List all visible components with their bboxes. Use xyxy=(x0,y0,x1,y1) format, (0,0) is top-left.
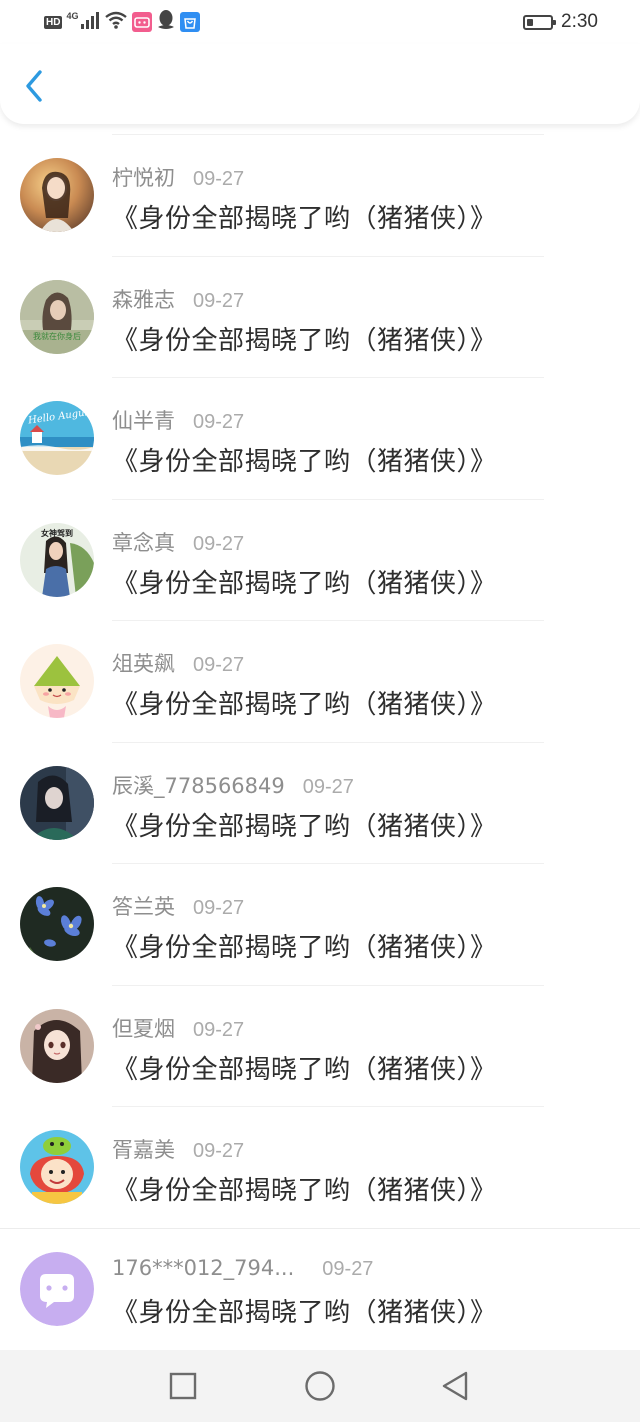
username[interactable]: 俎英飙 xyxy=(112,648,175,678)
battery-level xyxy=(527,18,534,26)
message-text: 《身份全部揭晓了哟（猪猪侠）》 xyxy=(112,933,497,963)
divider xyxy=(112,1106,544,1107)
date: 09-27 xyxy=(193,168,245,190)
system-navigation-bar xyxy=(0,1350,640,1422)
username[interactable]: 辰溪_778566849 xyxy=(112,770,285,800)
avatar-caption: 女神驾到 xyxy=(41,528,73,538)
message-meta: 森雅志 09-27 xyxy=(112,284,244,314)
username[interactable]: 仙半青 xyxy=(112,405,175,435)
title-bar xyxy=(0,44,640,124)
list-item[interactable]: Hello August 仙半青 09-27 《身份全部揭晓了哟（猪猪侠）》 xyxy=(0,377,640,499)
message-meta: 但夏烟 09-27 xyxy=(112,1013,244,1043)
username[interactable]: 胥嘉美 xyxy=(112,1134,175,1164)
avatar[interactable] xyxy=(20,158,94,232)
username[interactable]: 柠悦初 xyxy=(112,162,175,192)
list-item[interactable]: 俎英飙 09-27 《身份全部揭晓了哟（猪猪侠）》 xyxy=(0,620,640,742)
message-list: 柠悦初 09-27 《身份全部揭晓了哟（猪猪侠）》 我就在你身后 森雅志 09-… xyxy=(0,134,640,1349)
home-button[interactable] xyxy=(304,1370,336,1402)
avatar[interactable] xyxy=(20,1130,94,1204)
chat-bubble-icon xyxy=(20,1251,94,1326)
date: 09-27 xyxy=(193,897,245,919)
date: 09-27 xyxy=(193,654,245,676)
avatar[interactable]: 女神驾到 xyxy=(20,522,94,597)
divider xyxy=(112,498,544,500)
back-button[interactable] xyxy=(16,66,52,106)
message-text: 《身份全部揭晓了哟（猪猪侠）》 xyxy=(112,447,497,477)
battery-icon xyxy=(523,14,557,30)
avatar[interactable]: 我就在你身后 xyxy=(20,279,94,354)
divider xyxy=(112,255,544,257)
date: 09-27 xyxy=(193,411,245,433)
username[interactable]: 176***012_794... xyxy=(112,1256,294,1280)
date: 09-27 xyxy=(193,1018,245,1041)
divider xyxy=(112,863,544,864)
username[interactable]: 答兰英 xyxy=(112,891,175,921)
status-icons-right: 2:30 xyxy=(523,10,598,34)
message-text: 《身份全部揭晓了哟（猪猪侠）》 xyxy=(112,204,497,234)
back-nav-button[interactable] xyxy=(439,1370,471,1402)
divider xyxy=(0,1227,640,1229)
divider xyxy=(112,377,544,378)
message-meta: 答兰英 09-27 xyxy=(112,891,244,921)
message-meta: 章念真 09-27 xyxy=(112,527,244,557)
divider xyxy=(112,620,544,621)
message-text: 《身份全部揭晓了哟（猪猪侠）》 xyxy=(112,1297,497,1328)
recent-apps-icon xyxy=(169,1372,197,1400)
signal-icon xyxy=(80,11,100,33)
divider xyxy=(112,984,544,986)
hd-badge: HD xyxy=(44,15,63,29)
list-item[interactable]: 但夏烟 09-27 《身份全部揭晓了哟（猪猪侠）》 xyxy=(0,984,640,1107)
list-item[interactable]: 辰溪_778566849 09-27 《身份全部揭晓了哟（猪猪侠）》 xyxy=(0,741,640,864)
message-meta: 柠悦初 09-27 xyxy=(112,162,244,192)
avatar-caption: 我就在你身后 xyxy=(33,331,81,341)
message-text: 《身份全部揭晓了哟（猪猪侠）》 xyxy=(112,325,497,356)
list-item[interactable]: 胥嘉美 09-27 《身份全部揭晓了哟（猪猪侠）》 xyxy=(0,1106,640,1228)
list-item[interactable]: 柠悦初 09-27 《身份全部揭晓了哟（猪猪侠）》 xyxy=(0,134,640,256)
message-meta: 176***012_794... 09-27 xyxy=(112,1256,373,1281)
divider xyxy=(112,741,544,743)
date: 09-27 xyxy=(193,289,245,312)
avatar[interactable] xyxy=(20,644,94,718)
message-meta: 仙半青 09-27 xyxy=(112,405,244,435)
message-meta: 俎英飙 09-27 xyxy=(112,648,244,678)
list-item[interactable]: 176***012_794... 09-27 《身份全部揭晓了哟（猪猪侠）》 xyxy=(0,1227,640,1350)
wifi-icon xyxy=(104,11,128,33)
date: 09-27 xyxy=(193,532,245,555)
message-meta: 胥嘉美 09-27 xyxy=(112,1134,244,1164)
username[interactable]: 但夏烟 xyxy=(112,1013,175,1043)
chevron-left-icon xyxy=(26,70,42,102)
date: 09-27 xyxy=(302,775,354,798)
network-type-label: 4G xyxy=(66,11,79,21)
message-text: 《身份全部揭晓了哟（猪猪侠）》 xyxy=(112,690,497,720)
avatar[interactable]: Hello August xyxy=(20,401,94,475)
date: 09-27 xyxy=(322,1257,374,1280)
clock: 2:30 xyxy=(561,11,598,32)
list-item[interactable]: 女神驾到 章念真 09-27 《身份全部揭晓了哟（猪猪侠）》 xyxy=(0,498,640,621)
message-text: 《身份全部揭晓了哟（猪猪侠）》 xyxy=(112,1176,497,1206)
date: 09-27 xyxy=(193,1140,245,1162)
recent-apps-button[interactable] xyxy=(167,1370,199,1402)
divider xyxy=(112,134,544,135)
back-triangle-icon xyxy=(442,1371,468,1401)
message-text: 《身份全部揭晓了哟（猪猪侠）》 xyxy=(112,1054,497,1085)
bilibili-app-icon xyxy=(132,12,153,32)
list-item[interactable]: 我就在你身后 森雅志 09-27 《身份全部揭晓了哟（猪猪侠）》 xyxy=(0,255,640,378)
avatar[interactable] xyxy=(20,1251,94,1326)
avatar[interactable] xyxy=(20,765,94,840)
message-text: 《身份全部揭晓了哟（猪猪侠）》 xyxy=(112,811,497,842)
list-item[interactable]: 答兰英 09-27 《身份全部揭晓了哟（猪猪侠）》 xyxy=(0,863,640,985)
username[interactable]: 森雅志 xyxy=(112,284,175,314)
avatar[interactable] xyxy=(20,1008,94,1083)
avatar[interactable] xyxy=(20,887,94,961)
status-bar: HD 4G 2:30 xyxy=(0,0,640,44)
shopping-bag-icon xyxy=(180,12,201,32)
home-icon xyxy=(305,1371,335,1401)
status-icons-left: HD 4G xyxy=(44,9,201,35)
message-meta: 辰溪_778566849 09-27 xyxy=(112,770,354,800)
message-text: 《身份全部揭晓了哟（猪猪侠）》 xyxy=(112,568,497,599)
qq-icon xyxy=(156,9,176,35)
username[interactable]: 章念真 xyxy=(112,527,175,557)
